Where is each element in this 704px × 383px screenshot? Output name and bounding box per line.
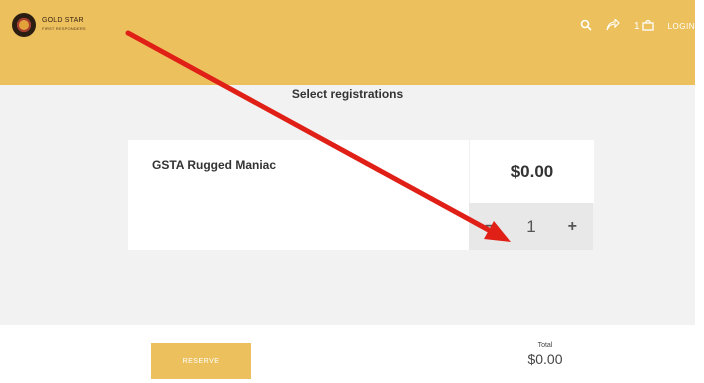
quantity-value: 1 xyxy=(526,216,536,236)
total-label: Total xyxy=(537,342,553,349)
reserve-button[interactable]: RESERVE xyxy=(151,343,251,379)
logo-text: GOLD STAR FIRST RESPONDERS xyxy=(42,17,86,33)
main-panel: Select registrations GSTA Rugged Maniac … xyxy=(0,85,695,325)
cart-button[interactable]: 1 xyxy=(634,19,654,34)
footer xyxy=(0,325,704,383)
registration-name: GSTA Rugged Maniac xyxy=(152,158,277,172)
increment-button[interactable]: + xyxy=(568,218,577,236)
search-icon[interactable] xyxy=(580,19,592,34)
page-title: Select registrations xyxy=(291,87,404,101)
logo[interactable]: GOLD STAR FIRST RESPONDERS xyxy=(12,12,140,38)
logo-subtitle: FIRST RESPONDERS xyxy=(42,26,86,31)
registration-card: GSTA Rugged Maniac $0.00 − 1 + xyxy=(128,140,594,250)
logo-emblem-icon xyxy=(12,13,36,37)
total-value: $0.00 xyxy=(527,351,563,367)
logo-title: GOLD STAR xyxy=(42,17,84,24)
cart-count: 1 xyxy=(634,20,640,32)
decrement-button[interactable]: − xyxy=(485,218,494,236)
share-icon[interactable] xyxy=(606,17,620,34)
quantity-stepper: − 1 + xyxy=(469,203,593,250)
registration-price: $0.00 xyxy=(469,140,594,203)
total-section: Total $0.00 xyxy=(510,342,580,367)
header: GOLD STAR FIRST RESPONDERS 1 LOGIN xyxy=(0,0,695,85)
header-actions: 1 LOGIN xyxy=(580,17,695,34)
login-link[interactable]: LOGIN xyxy=(668,22,695,31)
cart-icon xyxy=(641,19,654,34)
